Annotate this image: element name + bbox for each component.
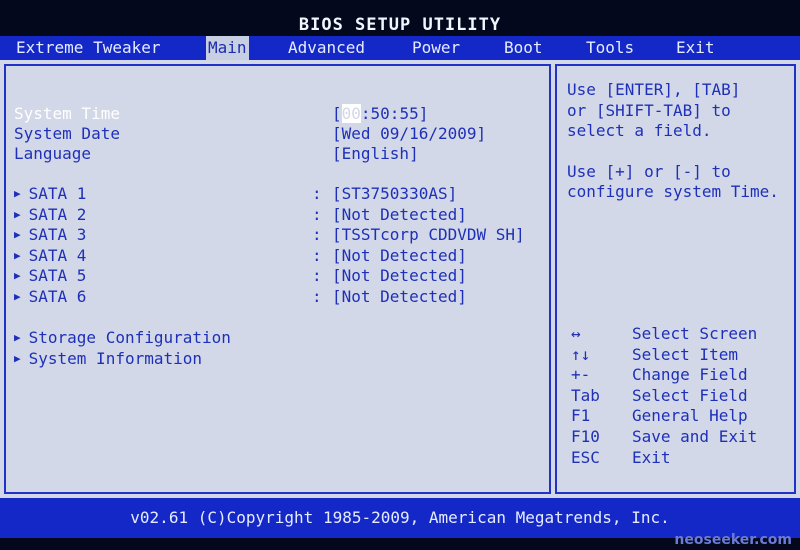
sata-4-label: SATA 4: [28, 246, 87, 265]
tab-power[interactable]: Power: [412, 36, 460, 60]
sata-5-colon: :: [312, 266, 322, 285]
sata-4-row[interactable]: ▶ SATA 4 : [Not Detected]: [14, 246, 534, 266]
tab-exit[interactable]: Exit: [676, 36, 715, 60]
sata-6-colon: :: [312, 287, 322, 306]
submenu-arrow-icon: ▶: [14, 331, 21, 344]
key-desc-general-help: General Help: [632, 406, 748, 425]
submenu-arrow-icon: ▶: [14, 228, 21, 241]
tab-tools[interactable]: Tools: [586, 36, 634, 60]
language-value[interactable]: [English]: [332, 144, 419, 164]
key-desc-select-item: Select Item: [632, 345, 738, 364]
system-information-item[interactable]: ▶ System Information: [14, 349, 534, 369]
system-time-hour-cursor[interactable]: 00: [341, 104, 361, 123]
system-date-label: System Date: [14, 124, 120, 143]
sata-6-label: SATA 6: [28, 287, 87, 306]
sata-5-label: SATA 5: [28, 266, 87, 285]
sata-3-row[interactable]: ▶ SATA 3 : [TSSTcorp CDDVDW SH]: [14, 225, 534, 245]
sata-1-value: [ST3750330AS]: [332, 184, 458, 203]
submenu-arrow-icon: ▶: [14, 249, 21, 262]
menu-tab-bar: Extreme Tweaker Main Advanced Power Boot…: [0, 36, 800, 60]
submenu-arrow-icon: ▶: [14, 208, 21, 221]
tab-main[interactable]: Main: [206, 36, 249, 60]
plus-minus-key: +-: [571, 365, 591, 384]
f1-key: F1: [571, 406, 591, 425]
key-desc-select-field: Select Field: [632, 386, 748, 405]
sata-2-row[interactable]: ▶ SATA 2 : [Not Detected]: [14, 205, 534, 225]
watermark-logo: neoseeker.com: [674, 532, 792, 548]
submenu-arrow-icon: ▶: [14, 352, 21, 365]
tab-key: Tab: [571, 386, 600, 405]
system-time-value[interactable]: [00:50:55]: [332, 104, 428, 124]
help-line-1: Use [ENTER], [TAB]: [567, 80, 741, 99]
storage-configuration-label: Storage Configuration: [28, 328, 231, 347]
key-desc-change-field: Change Field: [632, 365, 748, 384]
key-desc-exit: Exit: [632, 448, 671, 467]
sata-3-label: SATA 3: [28, 225, 87, 244]
bios-title: BIOS SETUP UTILITY: [298, 15, 502, 35]
system-time-label: System Time: [14, 104, 120, 123]
system-time-rest: :50:55]: [360, 104, 429, 123]
f10-key: F10: [571, 427, 600, 446]
system-time-open-bracket: [: [332, 104, 342, 123]
help-panel: Use [ENTER], [TAB] or [SHIFT-TAB] to sel…: [555, 64, 796, 494]
system-information-label: System Information: [28, 349, 203, 368]
language-label: Language: [14, 144, 92, 163]
sata-1-label: SATA 1: [28, 184, 87, 203]
sata-5-value: [Not Detected]: [332, 266, 467, 285]
help-line-5: configure system Time.: [567, 182, 779, 201]
main-settings-area: System Time [00:50:55] System Date [Wed …: [4, 64, 551, 494]
help-line-2: or [SHIFT-TAB] to: [567, 101, 731, 120]
sata-2-label: SATA 2: [28, 205, 87, 224]
storage-configuration-item[interactable]: ▶ Storage Configuration: [14, 328, 534, 348]
submenu-arrow-icon: ▶: [14, 290, 21, 303]
sata-6-row[interactable]: ▶ SATA 6 : [Not Detected]: [14, 287, 534, 307]
sata-5-row[interactable]: ▶ SATA 5 : [Not Detected]: [14, 266, 534, 286]
tab-boot[interactable]: Boot: [504, 36, 543, 60]
sata-2-value: [Not Detected]: [332, 205, 467, 224]
bios-screen: BIOS SETUP UTILITY Extreme Tweaker Main …: [0, 0, 800, 550]
sata-2-colon: :: [312, 205, 322, 224]
esc-key: ESC: [571, 448, 600, 467]
sata-4-value: [Not Detected]: [332, 246, 467, 265]
key-desc-save-exit: Save and Exit: [632, 427, 758, 446]
sata-6-value: [Not Detected]: [332, 287, 467, 306]
system-time-row[interactable]: System Time [00:50:55]: [14, 104, 534, 124]
submenu-arrow-icon: ▶: [14, 269, 21, 282]
sata-3-colon: :: [312, 225, 322, 244]
sata-3-value: [TSSTcorp CDDVDW SH]: [332, 225, 525, 244]
submenu-arrow-icon: ▶: [14, 187, 21, 200]
up-down-arrows-icon: ↑↓: [571, 345, 591, 364]
system-date-row[interactable]: System Date [Wed 09/16/2009]: [14, 124, 534, 144]
help-line-4: Use [+] or [-] to: [567, 162, 731, 181]
sata-1-row[interactable]: ▶ SATA 1 : [ST3750330AS]: [14, 184, 534, 204]
left-right-arrows-icon: ↔: [571, 324, 581, 343]
key-desc-select-screen: Select Screen: [632, 324, 758, 343]
sata-4-colon: :: [312, 246, 322, 265]
language-row[interactable]: Language [English]: [14, 144, 534, 164]
help-line-3: select a field.: [567, 121, 712, 140]
setup-panel: System Time [00:50:55] System Date [Wed …: [0, 60, 800, 498]
tab-advanced[interactable]: Advanced: [288, 36, 365, 60]
system-date-value[interactable]: [Wed 09/16/2009]: [332, 124, 486, 144]
tab-extreme-tweaker[interactable]: Extreme Tweaker: [16, 36, 161, 60]
sata-1-colon: :: [312, 184, 322, 203]
